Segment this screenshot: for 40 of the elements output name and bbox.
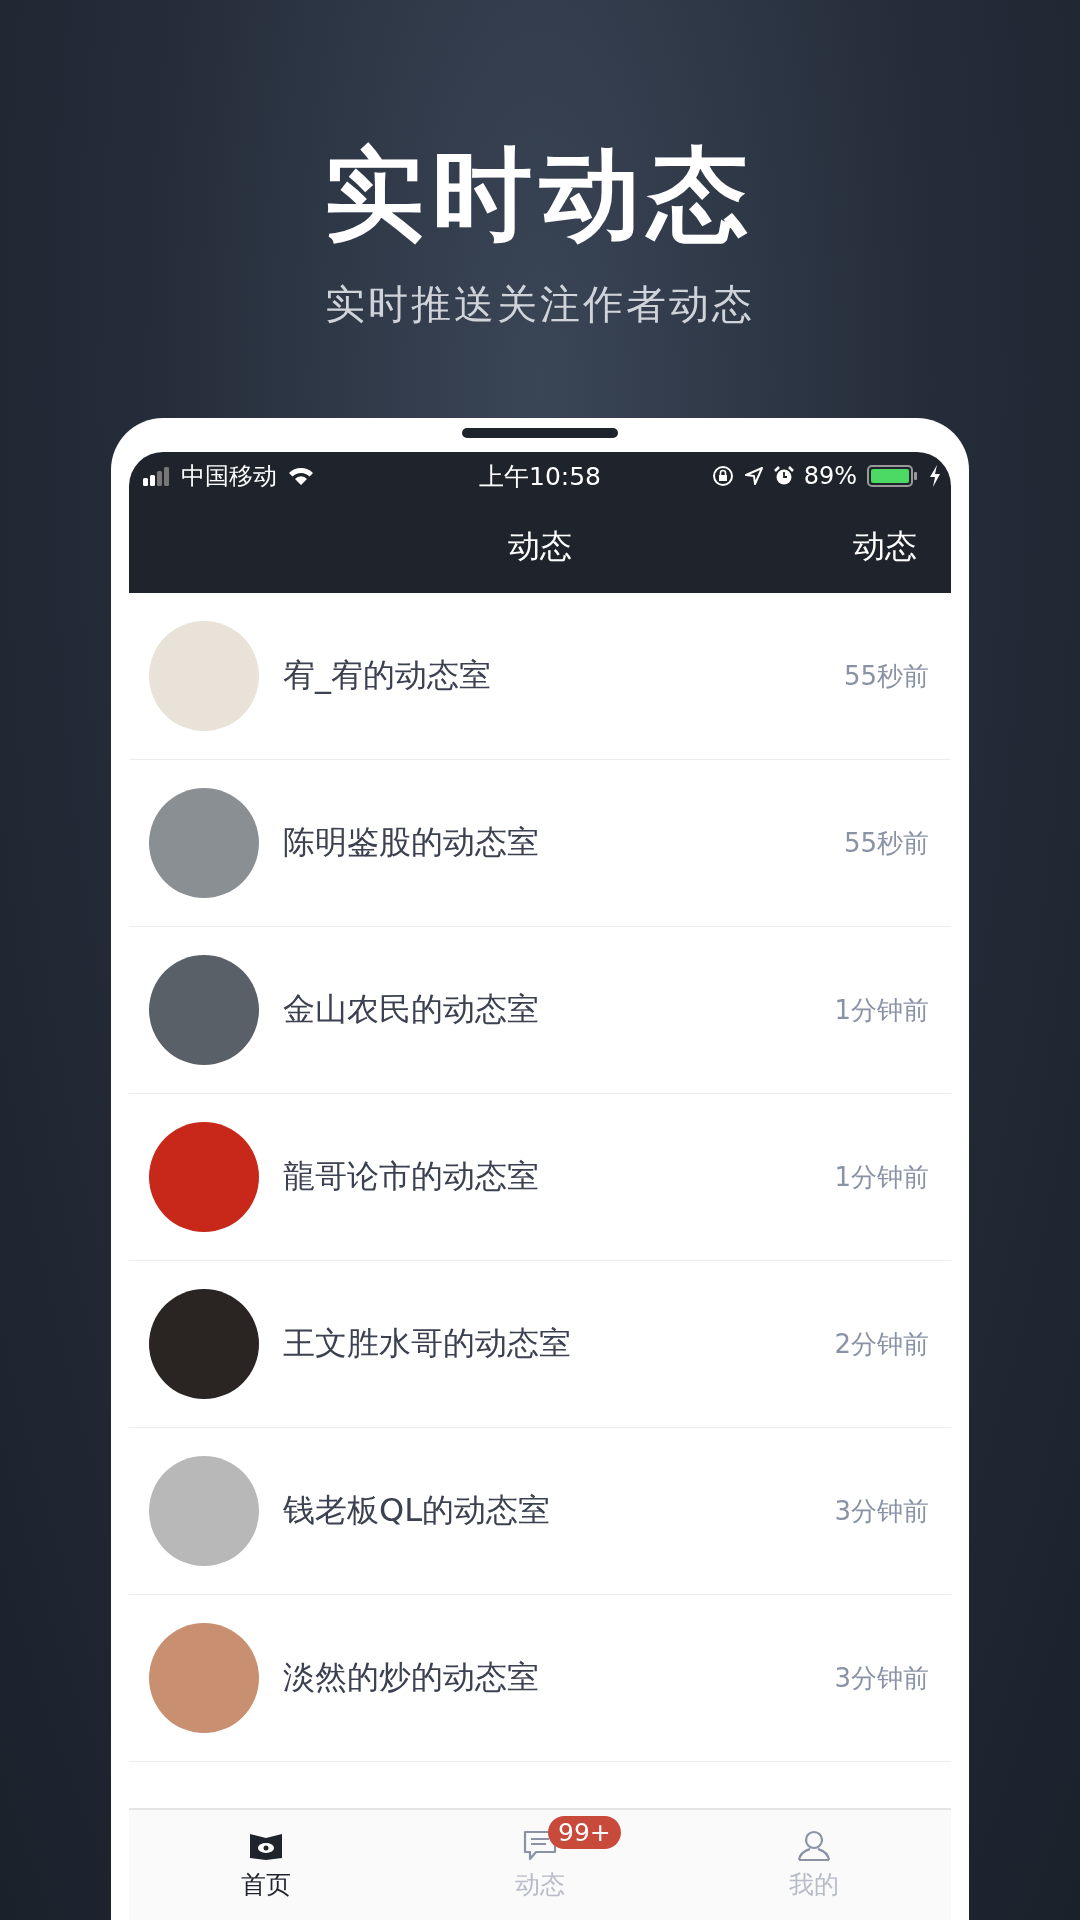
room-name: 金山农民的动态室 xyxy=(283,989,540,1030)
room-name: 淡然的炒的动态室 xyxy=(283,1657,540,1698)
hero-subtitle: 实时推送关注作者动态 xyxy=(325,280,755,329)
room-time: 55秒前 xyxy=(843,826,929,860)
room-time: 3分钟前 xyxy=(834,1661,929,1695)
room-row[interactable]: 陈明鉴股的动态室 55秒前 xyxy=(129,760,951,927)
clock-text: 上午10:58 xyxy=(479,460,601,493)
room-row[interactable]: 宥_宥的动态室 55秒前 xyxy=(129,593,951,760)
room-time: 55秒前 xyxy=(843,659,929,693)
room-time: 1分钟前 xyxy=(834,1160,929,1194)
hero-title: 实时动态 xyxy=(324,135,756,255)
battery-icon xyxy=(867,465,919,487)
person-icon xyxy=(796,1829,832,1862)
room-row[interactable]: 淡然的炒的动态室 3分钟前 xyxy=(129,1595,951,1762)
rotation-lock-icon xyxy=(711,465,734,487)
room-name: 陈明鉴股的动态室 xyxy=(283,822,540,863)
chat-bubble-icon xyxy=(522,1829,558,1862)
tab-button[interactable]: 首页 xyxy=(129,1810,403,1920)
signal-icon xyxy=(143,466,171,486)
room-row[interactable]: 龍哥论市的动态室 1分钟前 xyxy=(129,1094,951,1261)
alarm-clock-icon xyxy=(773,466,794,486)
room-time: 3分钟前 xyxy=(834,1494,929,1528)
room-row[interactable]: 王文胜水哥的动态室 2分钟前 xyxy=(129,1261,951,1428)
count-badge: 99+ xyxy=(548,1815,621,1849)
room-name: 钱老板QL的动态室 xyxy=(283,1490,551,1531)
room-row[interactable]: 金山农民的动态室 1分钟前 xyxy=(129,927,951,1094)
room-time: 2分钟前 xyxy=(834,1327,929,1361)
battery-percent: 89% xyxy=(803,462,857,490)
room-row[interactable]: 钱老板QL的动态室 3分钟前 xyxy=(129,1428,951,1595)
nav-action-button[interactable]: 动态 xyxy=(853,524,917,569)
room-time: 1分钟前 xyxy=(834,993,929,1027)
carrier-text: 中国移动 xyxy=(181,461,277,492)
room-name: 龍哥论市的动态室 xyxy=(283,1156,540,1197)
wifi-icon xyxy=(287,465,315,487)
nav-title: 动态 xyxy=(508,525,572,567)
location-arrow-icon xyxy=(743,466,764,486)
room-name: 宥_宥的动态室 xyxy=(283,655,492,696)
tab-button[interactable]: 99+ 动态 xyxy=(403,1810,677,1920)
charging-bolt-icon xyxy=(929,465,941,487)
room-name: 王文胜水哥的动态室 xyxy=(283,1323,572,1364)
